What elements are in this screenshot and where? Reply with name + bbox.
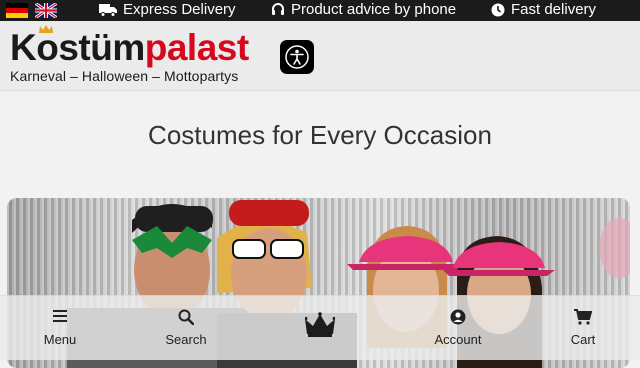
logo-crown-icon <box>39 25 53 33</box>
search-icon <box>178 309 194 325</box>
clock-icon <box>491 3 505 16</box>
headset-icon <box>272 2 284 15</box>
truck-icon <box>99 3 117 17</box>
accessibility-icon <box>285 45 309 69</box>
nav-account[interactable]: Account <box>398 296 518 361</box>
nav-home[interactable] <box>260 296 380 361</box>
logo-wordmark: Kostümpalast <box>10 27 249 68</box>
nav-menu-label: Menu <box>43 332 77 347</box>
cart-icon <box>574 309 592 325</box>
nav-cart-label: Cart <box>570 332 596 347</box>
product-advice-item: Product advice by phone <box>271 1 456 18</box>
account-icon <box>450 309 466 325</box>
nav-search-label: Search <box>165 332 207 347</box>
express-delivery-item: Express Delivery <box>99 1 236 18</box>
fast-delivery-label: Fast delivery <box>511 1 597 18</box>
crown-icon <box>305 312 335 337</box>
nav-account-label: Account <box>434 332 482 347</box>
express-delivery-label: Express Delivery <box>123 1 236 18</box>
product-advice-label: Product advice by phone <box>291 1 457 18</box>
top-info-bar: Express Delivery Product advice by phone… <box>0 0 640 21</box>
site-header: Kostümpalast Karneval – Halloween – Mott… <box>0 21 640 91</box>
flag-de-icon[interactable] <box>6 3 28 18</box>
flag-gb-icon[interactable] <box>35 3 57 18</box>
accessibility-button[interactable] <box>280 40 314 74</box>
logo-tagline: Karneval – Halloween – Mottopartys <box>10 68 239 84</box>
page-title: Costumes for Every Occasion <box>148 120 492 150</box>
nav-menu[interactable]: Menu <box>0 296 120 361</box>
nav-cart[interactable]: Cart <box>523 296 640 361</box>
nav-search[interactable]: Search <box>126 296 246 361</box>
menu-icon <box>53 310 67 322</box>
site-logo[interactable]: Kostümpalast Karneval – Halloween – Mott… <box>10 25 255 85</box>
bottom-navigation: Menu Search Account Cart <box>0 295 640 360</box>
fast-delivery-item: Fast delivery <box>491 1 596 18</box>
